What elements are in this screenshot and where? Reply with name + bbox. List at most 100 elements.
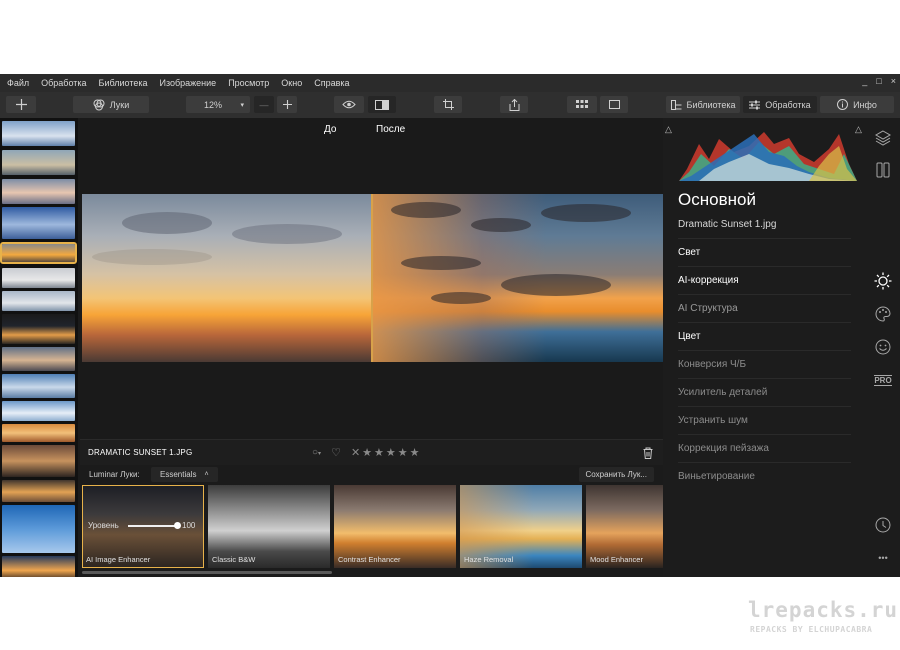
image-viewer[interactable]: До После <box>80 118 663 439</box>
tool-label: Усилитель деталей <box>678 387 768 398</box>
tool-denoise[interactable]: Устранить шум <box>678 406 851 434</box>
canvas-icon[interactable] <box>873 160 893 180</box>
looks-category-select[interactable]: Essentials ˄ <box>151 467 218 482</box>
tool-light[interactable]: Свет <box>678 238 851 266</box>
looks-category-value: Essentials <box>160 470 197 479</box>
heart-icon[interactable]: ♡ <box>331 446 341 459</box>
maximize-button[interactable]: □ <box>876 76 881 86</box>
filmstrip-thumbnail[interactable] <box>2 179 75 204</box>
tool-vignette[interactable]: Виньетирование <box>678 462 851 490</box>
zoom-in-button[interactable] <box>277 96 297 113</box>
zoom-out-button[interactable]: — <box>254 96 274 113</box>
sun-icon[interactable] <box>873 271 893 291</box>
zoom-select[interactable]: 12% ▾ <box>186 96 250 113</box>
filmstrip-thumbnail[interactable] <box>2 207 75 239</box>
tool-color[interactable]: Цвет <box>678 322 851 350</box>
tool-details-enhancer[interactable]: Усилитель деталей <box>678 378 851 406</box>
history-icon[interactable] <box>873 515 893 535</box>
menu-library[interactable]: Библиотека <box>99 78 148 88</box>
looks-button[interactable]: Луки <box>73 96 149 113</box>
tool-bw-conversion[interactable]: Конверсия Ч/Б <box>678 350 851 378</box>
library-tab[interactable]: Библиотека <box>666 96 740 113</box>
panel-filename: Dramatic Sunset 1.jpg <box>678 219 777 230</box>
info-tab-label: Инфо <box>853 99 877 110</box>
preview-button[interactable] <box>334 96 364 113</box>
filmstrip-thumbnail[interactable] <box>2 556 75 577</box>
split-divider[interactable] <box>371 194 373 362</box>
filmstrip-thumbnail[interactable] <box>2 424 75 442</box>
menu-window[interactable]: Окно <box>281 78 302 88</box>
tool-ai-enhance[interactable]: AI-коррекция <box>678 266 851 294</box>
share-icon <box>509 98 519 111</box>
save-look-button[interactable]: Сохранить Лук... <box>578 467 654 482</box>
more-options-icon[interactable]: ••• <box>873 548 893 568</box>
menu-file[interactable]: Файл <box>7 78 29 88</box>
tool-ai-structure[interactable]: AI Структура <box>678 294 851 322</box>
shadow-clipping-icon[interactable]: △ <box>665 124 672 135</box>
library-tab-label: Библиотека <box>686 99 736 110</box>
edit-tab[interactable]: Обработка <box>743 96 817 113</box>
info-icon <box>837 99 849 110</box>
export-button[interactable] <box>500 96 528 113</box>
look-item[interactable]: Contrast Enhancer <box>334 485 456 568</box>
looks-title: Luminar Луки: <box>89 470 140 479</box>
single-view-button[interactable] <box>600 96 628 113</box>
look-item[interactable]: Haze Removal <box>460 485 582 568</box>
after-label: После <box>376 124 406 135</box>
filmstrip-thumbnail[interactable] <box>2 347 75 371</box>
before-after-button[interactable] <box>368 96 396 113</box>
edit-panel: △ △ Основной Dramatic Sunset 1.jpg Свет … <box>663 118 866 577</box>
filmstrip-thumbnail[interactable] <box>2 480 75 502</box>
filmstrip-thumbnail[interactable] <box>2 445 75 477</box>
pro-tools-icon[interactable]: PRO <box>873 370 893 390</box>
look-item-selected[interactable]: Уровень 100 AI Image Enhancer <box>82 485 204 568</box>
luminar-window: Файл Обработка Библиотека Изображение Пр… <box>0 74 900 577</box>
photo-canvas[interactable] <box>82 194 663 362</box>
filmstrip-thumbnail[interactable] <box>2 374 75 398</box>
filmstrip-thumbnail[interactable] <box>2 121 75 146</box>
menu-view[interactable]: Просмотр <box>228 78 269 88</box>
star-rating-1[interactable]: ★ <box>362 446 372 459</box>
minimize-button[interactable]: _ <box>862 76 867 86</box>
close-button[interactable]: × <box>891 76 896 86</box>
filmstrip-thumbnail[interactable] <box>2 505 75 553</box>
crop-button[interactable] <box>434 96 462 113</box>
filmstrip-thumbnail-selected[interactable] <box>0 242 77 264</box>
palette-icon[interactable] <box>873 304 893 324</box>
looks-icon <box>93 99 105 110</box>
menu-image[interactable]: Изображение <box>159 78 216 88</box>
info-tab[interactable]: Инфо <box>820 96 894 113</box>
menu-edit[interactable]: Обработка <box>41 78 86 88</box>
grid-view-button[interactable] <box>567 96 597 113</box>
image-info-bar: DRAMATIC SUNSET 1.JPG ○▾ ♡ ✕ ★ ★ ★ ★ ★ <box>80 439 663 465</box>
star-rating-5[interactable]: ★ <box>410 446 420 459</box>
star-rating-3[interactable]: ★ <box>386 446 396 459</box>
add-photos-button[interactable] <box>6 96 36 113</box>
look-item[interactable]: Mood Enhancer <box>586 485 663 568</box>
window-controls: _ □ × <box>862 76 896 86</box>
filmstrip-thumbnail[interactable] <box>2 401 75 421</box>
filmstrip-thumbnail[interactable] <box>2 268 75 288</box>
library-icon <box>670 99 682 110</box>
look-item[interactable]: Classic B&W <box>208 485 330 568</box>
filmstrip-thumbnail[interactable] <box>2 291 75 311</box>
look-level-slider[interactable] <box>128 525 176 527</box>
menu-help[interactable]: Справка <box>314 78 349 88</box>
trash-icon[interactable] <box>643 446 653 464</box>
looks-strip: Уровень 100 AI Image Enhancer Classic B&… <box>80 485 663 569</box>
reject-icon[interactable]: ✕ <box>351 446 360 459</box>
filmstrip-thumbnail[interactable] <box>2 150 75 175</box>
star-rating-2[interactable]: ★ <box>374 446 384 459</box>
portrait-face-icon[interactable] <box>873 337 893 357</box>
color-label-icon[interactable]: ○▾ <box>312 447 321 458</box>
layers-icon[interactable] <box>873 128 893 148</box>
filmstrip <box>0 118 78 577</box>
tool-label: Устранить шум <box>678 415 748 426</box>
filmstrip-thumbnail[interactable] <box>2 314 75 344</box>
look-level-handle[interactable] <box>174 522 181 529</box>
tool-label: Конверсия Ч/Б <box>678 359 747 370</box>
looks-scrollbar[interactable] <box>82 571 332 574</box>
tool-landscape-enhancer[interactable]: Коррекция пейзажа <box>678 434 851 462</box>
toolbar: Луки 12% ▾ — Библиотека Обработка Инфо <box>0 92 900 118</box>
star-rating-4[interactable]: ★ <box>398 446 408 459</box>
